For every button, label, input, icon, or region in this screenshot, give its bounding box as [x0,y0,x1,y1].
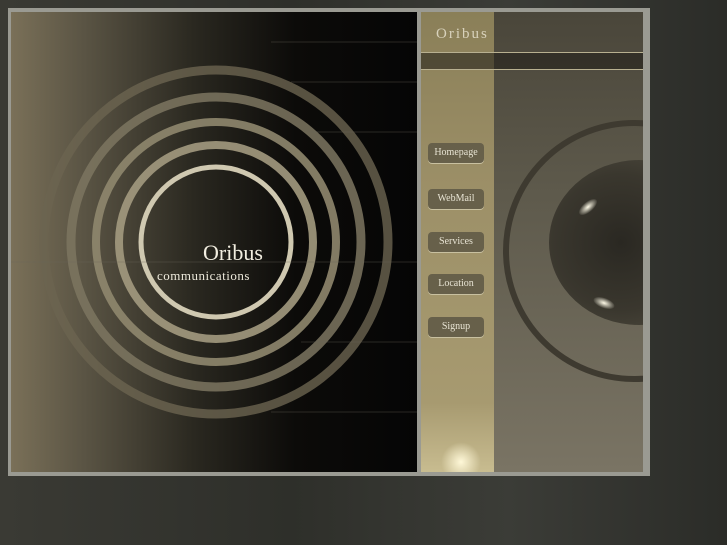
splash-art-panel: Oribus communications [11,12,417,472]
panel-title: Oribus [436,26,489,42]
header-bar [421,52,643,70]
nav-signup[interactable]: Signup [428,317,484,337]
navigation-panel: Oribus Homepage WebMail Services Locatio… [421,12,643,472]
nav-location[interactable]: Location [428,274,484,294]
nav-webmail[interactable]: WebMail [428,189,484,209]
nav-services[interactable]: Services [428,232,484,252]
logo-tagline: communications [157,268,250,283]
nav-homepage[interactable]: Homepage [428,143,484,163]
logo-name: Oribus [203,240,263,265]
